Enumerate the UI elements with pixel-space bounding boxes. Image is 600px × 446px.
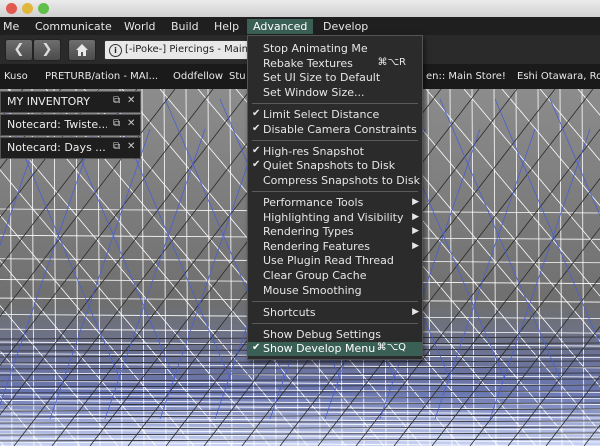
advanced-dropdown-menu: Stop Animating Me Rebake Textures ⌘⌥R Set U…: [247, 35, 423, 360]
arrow-right-icon: ❯: [41, 42, 53, 57]
checkmark-icon: ✔: [252, 159, 261, 171]
menu-item-rebake-textures[interactable]: Rebake Textures ⌘⌥R: [248, 57, 422, 71]
menu-item-shortcut: ⌘⌥R: [377, 56, 406, 68]
menu-item-label: Use Plugin Read Thread: [263, 254, 394, 268]
floater-title: MY INVENTORY: [7, 95, 90, 108]
info-icon[interactable]: i: [109, 44, 122, 57]
submenu-arrow-icon: ▶: [412, 240, 419, 251]
menu-separator: [252, 103, 418, 105]
menu-item-use-plugin-read-thread[interactable]: Use Plugin Read Thread: [248, 254, 422, 268]
favorite-item[interactable]: Eshi Otawara, Ro: [517, 71, 600, 82]
menu-item-label: Shortcuts: [263, 305, 316, 319]
menu-item-stop-animating-me[interactable]: Stop Animating Me: [248, 42, 422, 56]
menu-item-label: Limit Select Distance: [263, 107, 380, 121]
menu-item-rendering-features[interactable]: Rendering Features ▶: [248, 240, 422, 254]
restore-icon[interactable]: ⧉: [113, 95, 120, 106]
zoom-window-icon[interactable]: [38, 3, 49, 14]
favorite-item[interactable]: en:: Main Store!: [426, 71, 506, 82]
close-icon[interactable]: ✕: [127, 95, 135, 106]
location-text: [-iPoke-] Piercings - Main: [125, 44, 248, 55]
menu-item-mouse-smoothing[interactable]: Mouse Smoothing: [248, 284, 422, 298]
menu-build[interactable]: Build: [165, 19, 205, 34]
menu-develop[interactable]: Develop: [317, 19, 374, 34]
location-field[interactable]: i [-iPoke-] Piercings - Main: [104, 40, 256, 60]
menu-item-shortcuts[interactable]: Shortcuts ▶: [248, 306, 422, 320]
floater-title: Notecard: Days ...: [7, 141, 106, 154]
checkmark-icon: ✔: [252, 144, 261, 156]
submenu-arrow-icon: ▶: [412, 226, 419, 237]
floater-title: Notecard: Twiste...: [7, 118, 107, 131]
menu-item-label: Set Window Size...: [263, 85, 365, 99]
restore-icon[interactable]: ⧉: [113, 118, 120, 129]
favorite-item[interactable]: Oddfellow: [173, 71, 223, 82]
menu-item-limit-select-distance[interactable]: ✔ Limit Select Distance: [248, 108, 422, 122]
menu-item-label: Clear Group Cache: [263, 268, 367, 282]
menu-item-rendering-types[interactable]: Rendering Types ▶: [248, 225, 422, 239]
menu-item-label: Disable Camera Constraints: [263, 122, 417, 136]
menu-item-label: Rendering Features: [263, 239, 370, 253]
menu-item-label: Show Debug Settings: [263, 327, 381, 341]
menu-item-label: Mouse Smoothing: [263, 283, 362, 297]
restore-icon[interactable]: ⧉: [113, 141, 120, 152]
forward-button[interactable]: ❯: [33, 39, 61, 61]
menu-item-clear-group-cache[interactable]: Clear Group Cache: [248, 269, 422, 283]
close-icon[interactable]: ✕: [127, 118, 135, 129]
menu-separator: [252, 301, 418, 303]
minimize-window-icon[interactable]: [22, 3, 33, 14]
menu-item-label: Rendering Types: [263, 225, 354, 239]
checkmark-icon: ✔: [252, 342, 261, 354]
menu-item-label: Stop Animating Me: [263, 42, 368, 55]
menu-item-set-window-size[interactable]: Set Window Size...: [248, 86, 422, 100]
favorite-item[interactable]: Kuso: [4, 71, 28, 82]
checkmark-icon: ✔: [252, 122, 261, 134]
close-window-icon[interactable]: [6, 3, 17, 14]
menu-communicate[interactable]: Communicate: [29, 19, 118, 34]
submenu-arrow-icon: ▶: [412, 306, 419, 317]
menu-separator: [252, 191, 418, 193]
close-icon[interactable]: ✕: [127, 141, 135, 152]
favorite-item[interactable]: PRETURB/ation - MAI...: [45, 71, 158, 82]
menu-item-performance-tools[interactable]: Performance Tools ▶: [248, 196, 422, 210]
main-menubar: Me Communicate World Build Help Advanced…: [0, 17, 600, 35]
notecard-floater[interactable]: Notecard: Twiste... ⧉ ✕: [0, 114, 141, 136]
favorite-item[interactable]: Stu: [229, 71, 246, 82]
menu-item-highlighting-and-visibility[interactable]: Highlighting and Visibility ▶: [248, 211, 422, 225]
back-button[interactable]: ❮: [5, 39, 33, 61]
arrow-left-icon: ❮: [13, 42, 25, 57]
submenu-arrow-icon: ▶: [412, 211, 419, 222]
menu-item-quiet-snapshots-to-disk[interactable]: ✔ Quiet Snapshots to Disk: [248, 159, 422, 173]
menu-item-disable-camera-constraints[interactable]: ✔ Disable Camera Constraints: [248, 123, 422, 137]
menu-me[interactable]: Me: [0, 19, 25, 34]
menu-advanced[interactable]: Advanced: [247, 19, 314, 34]
menu-item-shortcut: ⌘⌥Q: [376, 342, 406, 354]
menu-help[interactable]: Help: [208, 19, 245, 34]
inventory-floater[interactable]: MY INVENTORY ⧉ ✕: [0, 91, 141, 113]
menu-item-label: Rebake Textures: [263, 56, 353, 70]
menu-item-label: Performance Tools: [263, 195, 364, 209]
home-button[interactable]: [68, 39, 96, 61]
menu-item-label: High-res Snapshot: [263, 144, 364, 158]
menu-item-set-ui-size-to-default[interactable]: Set UI Size to Default: [248, 71, 422, 85]
menu-item-show-develop-menu[interactable]: ✔ Show Develop Menu ⌘⌥Q: [248, 342, 422, 357]
menu-item-label: Quiet Snapshots to Disk: [263, 159, 396, 173]
home-icon: [76, 44, 88, 56]
menu-separator: [252, 323, 418, 325]
notecard-floater[interactable]: Notecard: Days ... ⧉ ✕: [0, 137, 141, 159]
menu-item-label: Set UI Size to Default: [263, 71, 381, 85]
menu-item-show-debug-settings[interactable]: Show Debug Settings: [248, 328, 422, 342]
menu-item-label: Show Develop Menu: [263, 342, 376, 356]
submenu-arrow-icon: ▶: [412, 196, 419, 207]
checkmark-icon: ✔: [252, 107, 261, 119]
window-titlebar: [0, 0, 600, 18]
menu-separator: [252, 140, 418, 142]
menu-item-label: Compress Snapshots to Disk: [263, 173, 420, 187]
menu-item-compress-snapshots-to-disk[interactable]: Compress Snapshots to Disk: [248, 174, 422, 188]
menu-world[interactable]: World: [118, 19, 162, 34]
menu-item-high-res-snapshot[interactable]: ✔ High-res Snapshot: [248, 145, 422, 159]
menu-item-label: Highlighting and Visibility: [263, 210, 404, 224]
